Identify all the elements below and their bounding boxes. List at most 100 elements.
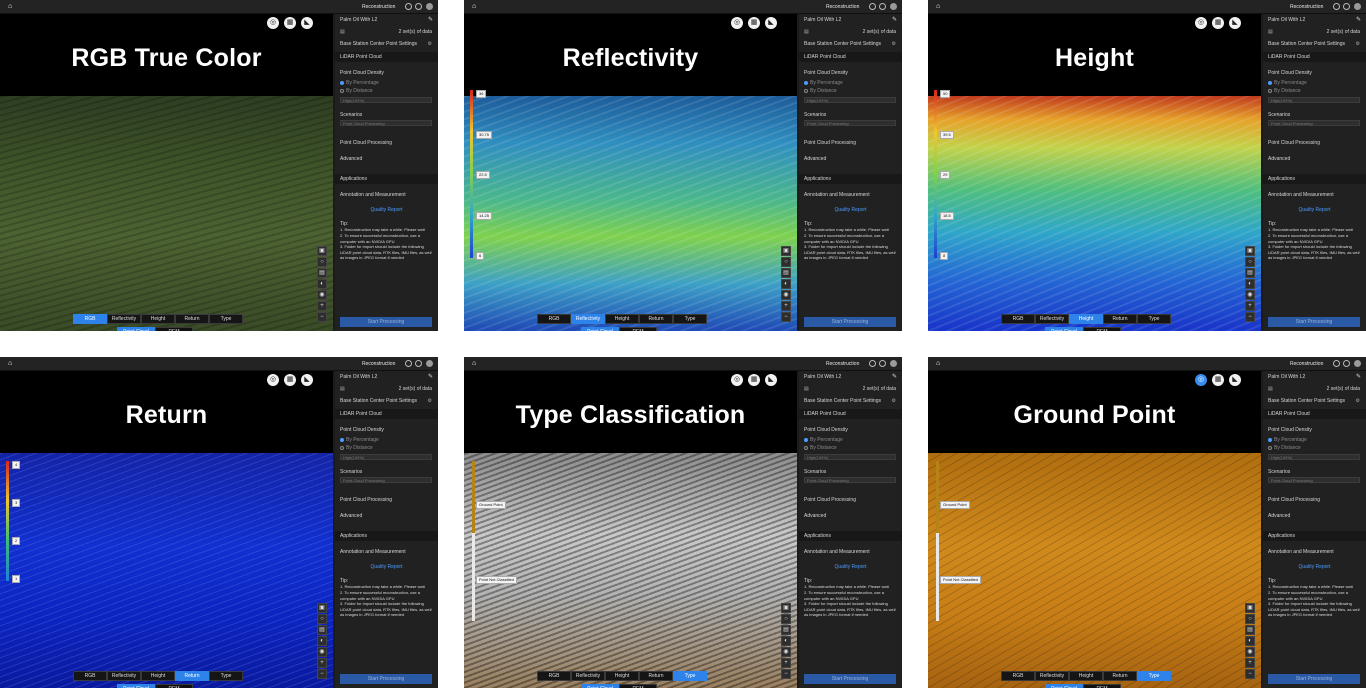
tab-height[interactable]: Height bbox=[605, 671, 639, 681]
point-cloud-viewport[interactable]: Reflectivity ◎ ▦ ◣ 36 30.75 22.5 14.25 6 ▣ ○ ▤ ◐ ◉ + − R… bbox=[464, 14, 797, 331]
tab-rgb[interactable]: RGB bbox=[73, 314, 107, 324]
tab-height[interactable]: Height bbox=[141, 314, 175, 324]
layer-icon[interactable]: ▦ bbox=[284, 17, 296, 29]
applications-header[interactable]: Applications bbox=[804, 176, 897, 182]
help-icon[interactable] bbox=[415, 360, 422, 367]
point-cloud-viewport[interactable]: Type Classification ◎ ▦ ◣ Ground Point Point … bbox=[464, 371, 797, 688]
gear-icon[interactable]: ⚙ bbox=[892, 398, 896, 404]
applications-header[interactable]: Applications bbox=[804, 533, 897, 539]
help-icon[interactable] bbox=[415, 3, 422, 10]
advanced-toggle[interactable]: Advanced bbox=[804, 513, 897, 519]
lidar-section-header[interactable]: LiDAR Point Cloud bbox=[340, 411, 433, 417]
lidar-section-header[interactable]: LiDAR Point Cloud bbox=[340, 54, 433, 60]
start-processing-button[interactable]: Start Processing bbox=[804, 317, 896, 327]
zoom-in-icon[interactable]: + bbox=[317, 658, 327, 668]
tab-point-cloud[interactable]: Point Cloud bbox=[1045, 684, 1083, 688]
zoom-in-icon[interactable]: + bbox=[781, 301, 791, 311]
data-sets-link[interactable]: 2 set(s) of data bbox=[399, 29, 432, 35]
tab-dem[interactable]: DEM bbox=[155, 684, 193, 688]
zoom-out-icon[interactable]: − bbox=[781, 312, 791, 322]
settings-icon[interactable] bbox=[869, 360, 876, 367]
quality-report-link[interactable]: Quality Report bbox=[340, 207, 433, 213]
gear-icon[interactable]: ⚙ bbox=[892, 41, 896, 47]
measure-icon[interactable]: ◣ bbox=[765, 17, 777, 29]
avatar-icon[interactable] bbox=[890, 3, 897, 10]
gear-icon[interactable]: ⚙ bbox=[1356, 398, 1360, 404]
annotation-link[interactable]: Annotation and Measurement bbox=[1268, 192, 1361, 198]
tab-point-cloud[interactable]: Point Cloud bbox=[117, 327, 155, 331]
tab-dem[interactable]: DEM bbox=[1083, 327, 1121, 331]
density-select[interactable]: High(100%) bbox=[1268, 454, 1360, 460]
home-icon[interactable]: ⌂ bbox=[472, 3, 479, 10]
settings-icon[interactable] bbox=[869, 3, 876, 10]
layer-icon[interactable]: ▦ bbox=[284, 374, 296, 386]
scenario-select[interactable]: Point Cloud Processing bbox=[1268, 477, 1360, 483]
view-icon[interactable]: ○ bbox=[781, 614, 791, 624]
tab-reflectivity[interactable]: Reflectivity bbox=[107, 671, 141, 681]
settings-icon[interactable] bbox=[1333, 3, 1340, 10]
gear-icon[interactable]: ◉ bbox=[1245, 647, 1255, 657]
layer-icon[interactable]: ▤ bbox=[317, 625, 327, 635]
tab-type[interactable]: Type bbox=[209, 671, 243, 681]
start-processing-button[interactable]: Start Processing bbox=[1268, 674, 1360, 684]
data-sets-link[interactable]: 2 set(s) of data bbox=[863, 29, 896, 35]
gear-icon[interactable]: ◉ bbox=[1245, 290, 1255, 300]
annotation-link[interactable]: Annotation and Measurement bbox=[804, 192, 897, 198]
applications-header[interactable]: Applications bbox=[340, 176, 433, 182]
by-percentage-option[interactable]: By Percentage bbox=[340, 80, 433, 86]
avatar-icon[interactable] bbox=[1354, 3, 1361, 10]
measure-icon[interactable]: ◣ bbox=[1229, 17, 1241, 29]
annotation-link[interactable]: Annotation and Measurement bbox=[804, 549, 897, 555]
view-icon[interactable]: ○ bbox=[317, 257, 327, 267]
zoom-in-icon[interactable]: + bbox=[1245, 301, 1255, 311]
view-icon[interactable]: ◎ bbox=[267, 374, 279, 386]
home-icon[interactable]: ⌂ bbox=[8, 3, 15, 10]
settings-icon[interactable] bbox=[405, 360, 412, 367]
base-station-settings[interactable]: Base Station Center Point Settings bbox=[1268, 41, 1361, 47]
tab-reflectivity[interactable]: Reflectivity bbox=[1035, 671, 1069, 681]
help-icon[interactable] bbox=[1343, 360, 1350, 367]
edit-icon[interactable]: ✎ bbox=[1356, 16, 1361, 23]
tab-point-cloud[interactable]: Point Cloud bbox=[581, 684, 619, 688]
tab-dem[interactable]: DEM bbox=[1083, 684, 1121, 688]
gear-icon[interactable]: ⚙ bbox=[428, 41, 432, 47]
edit-icon[interactable]: ✎ bbox=[428, 16, 433, 23]
pc-processing-toggle[interactable]: Point Cloud Processing bbox=[1268, 140, 1361, 146]
pc-processing-toggle[interactable]: Point Cloud Processing bbox=[340, 497, 433, 503]
advanced-toggle[interactable]: Advanced bbox=[340, 156, 433, 162]
point-cloud-viewport[interactable]: Height ◎ ▦ ◣ 50 39.5 29 18.5 8 ▣ ○ ▤ ◐ ◉ + − RGB Reflecti… bbox=[928, 14, 1261, 331]
layer-icon[interactable]: ▤ bbox=[781, 625, 791, 635]
layer-icon[interactable]: ▤ bbox=[1245, 268, 1255, 278]
applications-header[interactable]: Applications bbox=[1268, 176, 1361, 182]
by-distance-option[interactable]: By Distance bbox=[1268, 445, 1361, 451]
applications-header[interactable]: Applications bbox=[1268, 533, 1361, 539]
zoom-out-icon[interactable]: − bbox=[317, 669, 327, 679]
applications-header[interactable]: Applications bbox=[340, 533, 433, 539]
tab-rgb[interactable]: RGB bbox=[537, 671, 571, 681]
tab-rgb[interactable]: RGB bbox=[1001, 314, 1035, 324]
scenario-select[interactable]: Point Cloud Processing bbox=[340, 477, 432, 483]
measure-icon[interactable]: ◣ bbox=[301, 374, 313, 386]
view-icon[interactable]: ◎ bbox=[731, 374, 743, 386]
settings-icon[interactable]: ◐ bbox=[1245, 636, 1255, 646]
lidar-section-header[interactable]: LiDAR Point Cloud bbox=[804, 54, 897, 60]
by-percentage-option[interactable]: By Percentage bbox=[1268, 80, 1361, 86]
tab-height[interactable]: Height bbox=[1069, 314, 1103, 324]
by-distance-option[interactable]: By Distance bbox=[1268, 88, 1361, 94]
measure-icon[interactable]: ▣ bbox=[781, 246, 791, 256]
tab-type[interactable]: Type bbox=[1137, 314, 1171, 324]
gear-icon[interactable]: ◉ bbox=[317, 647, 327, 657]
edit-icon[interactable]: ✎ bbox=[892, 373, 897, 380]
help-icon[interactable] bbox=[879, 3, 886, 10]
tab-reflectivity[interactable]: Reflectivity bbox=[1035, 314, 1069, 324]
zoom-out-icon[interactable]: − bbox=[1245, 669, 1255, 679]
density-select[interactable]: High(100%) bbox=[340, 97, 432, 103]
by-distance-option[interactable]: By Distance bbox=[804, 88, 897, 94]
tab-dem[interactable]: DEM bbox=[619, 327, 657, 331]
density-select[interactable]: High(100%) bbox=[1268, 97, 1360, 103]
by-distance-option[interactable]: By Distance bbox=[804, 445, 897, 451]
layer-icon[interactable]: ▦ bbox=[1212, 374, 1224, 386]
settings-icon[interactable]: ◐ bbox=[781, 636, 791, 646]
view-icon[interactable]: ○ bbox=[317, 614, 327, 624]
home-icon[interactable]: ⌂ bbox=[8, 360, 15, 367]
